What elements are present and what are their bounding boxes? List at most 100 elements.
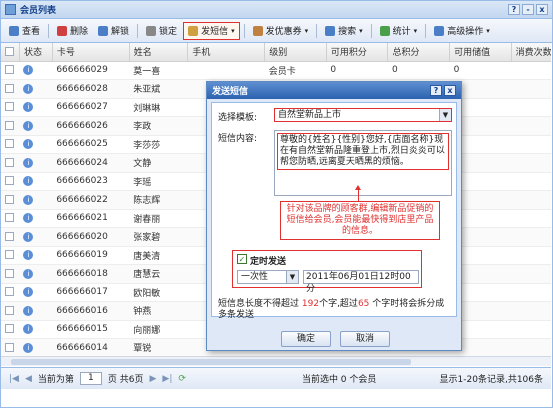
toolbar-separator [137,23,139,38]
toolbar-button-1[interactable]: 删除 [53,22,92,40]
info-status-icon: i [23,213,34,223]
template-select[interactable]: 自然堂新品上市 ▼ [274,108,452,122]
info-status-icon: i [23,120,34,131]
column-header[interactable]: 手机 [187,43,266,62]
row-checkbox[interactable] [5,139,14,149]
phone-cell [187,61,265,80]
template-value: 自然堂新品上市 [278,110,342,120]
toolbar-button-4[interactable]: 发短信 ▾ [183,21,240,40]
column-header[interactable]: 可用储值 [449,43,512,62]
column-header[interactable]: 卡号 [52,43,130,62]
checkbox-cell [1,135,20,154]
consume-count-cell [511,246,551,265]
row-checkbox[interactable] [5,342,14,352]
row-checkbox[interactable] [5,65,14,75]
card-cell: 666666017 [52,283,130,302]
checkbox-cell [1,338,20,356]
annotation-arrow [355,185,361,201]
checkbox-cell [1,116,20,136]
horizontal-scrollbar[interactable] [1,356,551,366]
toolbar-button-5[interactable]: 发优惠券 ▾ [249,22,313,40]
sms-icon [188,25,199,36]
dropdown-arrow-icon: ▾ [231,26,235,35]
row-checkbox[interactable] [5,194,14,204]
consume-count-cell [511,301,551,321]
column-header[interactable]: 级别 [264,43,327,62]
name-cell: 刘琳琳 [129,98,188,117]
window-icon [5,4,16,15]
card-cell: 666666025 [52,135,130,154]
dialog-help-button[interactable]: ? [430,85,442,96]
checkbox-cell [1,301,20,321]
row-checkbox[interactable] [5,268,14,278]
card-cell: 666666021 [52,209,130,228]
consume-count-cell [511,190,551,210]
dropdown-arrow-icon: ▾ [413,26,418,35]
chevron-down-icon[interactable]: ▼ [286,271,298,283]
row-checkbox[interactable] [5,324,14,334]
chevron-down-icon[interactable]: ▼ [439,109,451,121]
close-button[interactable]: x [536,4,548,15]
toolbar-button-2[interactable]: 解锁 [94,22,133,40]
name-cell: 唐慧云 [129,264,188,284]
refresh-icon[interactable]: ⟳ [178,374,186,384]
page-total-label: 页 共6页 [107,375,144,385]
name-cell: 张家碧 [129,227,188,247]
consume-count-cell [511,172,551,191]
dialog-close-button[interactable]: x [444,85,456,96]
info-status-icon: i [23,287,34,297]
scrollbar-thumb[interactable] [11,359,411,365]
minimize-button[interactable]: - [522,4,534,15]
column-header[interactable]: 总积分 [387,43,451,62]
toolbar-button-6[interactable]: 搜索 ▾ [321,22,367,40]
length-note: 短信息长度不得超过 192个字,超过65 个字时将会拆分成多条发送 [218,299,445,320]
row-checkbox[interactable] [5,157,14,167]
consume-count-cell [511,153,551,173]
select-all-checkbox[interactable] [5,46,14,56]
help-button[interactable]: ? [508,4,520,15]
row-checkbox[interactable] [5,83,14,93]
timed-send-checkbox[interactable]: ✓ [237,254,247,264]
sms-content-textarea[interactable]: 尊敬的{姓名}{性别}您好,{店面名称}现在有自然堂新品隆重登上市,烈日炎炎可以… [274,130,452,196]
prev-page-icon[interactable]: ◀ [25,374,32,384]
toolbar-button-0[interactable]: 查看 [5,22,44,40]
cancel-button[interactable]: 取消 [340,331,390,347]
card-cell: 666666020 [52,227,130,247]
info-status-icon: i [23,342,34,353]
card-cell: 666666027 [52,98,130,117]
toolbar-label: 发优惠券 [265,27,302,37]
next-page-icon[interactable]: ▶ [150,374,157,384]
column-header[interactable]: 可用积分 [326,43,389,62]
card-cell: 666666018 [52,264,130,284]
first-page-icon[interactable]: |◀ [9,374,19,384]
status-cell: i [19,246,53,265]
row-checkbox[interactable] [5,176,14,186]
frequency-select[interactable]: 一次性 ▼ [237,270,299,284]
row-checkbox[interactable] [5,102,14,112]
page-number-input[interactable]: 1 [79,372,102,385]
toolbar-button-3[interactable]: 锁定 [142,22,181,40]
column-header[interactable]: 状态 [19,43,53,62]
row-checkbox[interactable] [5,287,14,297]
toolbar-label: 解锁 [111,27,130,37]
consume-count-cell [511,98,551,117]
table-row[interactable]: i 666666029 莫一喜 会员卡 0 0 0 [1,61,551,80]
ok-button[interactable]: 确定 [281,331,331,347]
total-cell: 0 [387,61,450,80]
frequency-value: 一次性 [241,272,269,282]
row-checkbox[interactable] [5,213,14,223]
toolbar-button-7[interactable]: 统计 ▾ [376,22,422,40]
checkbox-cell [1,283,20,302]
row-checkbox[interactable] [5,231,14,241]
row-checkbox[interactable] [5,120,14,130]
status-cell: i [19,79,53,99]
column-header[interactable]: 消费次数 [511,43,551,62]
toolbar-button-8[interactable]: 高级操作 ▾ [430,22,494,40]
row-checkbox[interactable] [5,250,14,260]
column-header[interactable]: 姓名 [129,43,189,62]
card-cell: 666666019 [52,246,130,265]
datetime-input[interactable]: 2011年06月01日12时00分 [303,270,419,294]
last-page-icon[interactable]: ▶| [162,374,172,384]
status-cell: i [19,209,53,228]
row-checkbox[interactable] [5,305,14,315]
